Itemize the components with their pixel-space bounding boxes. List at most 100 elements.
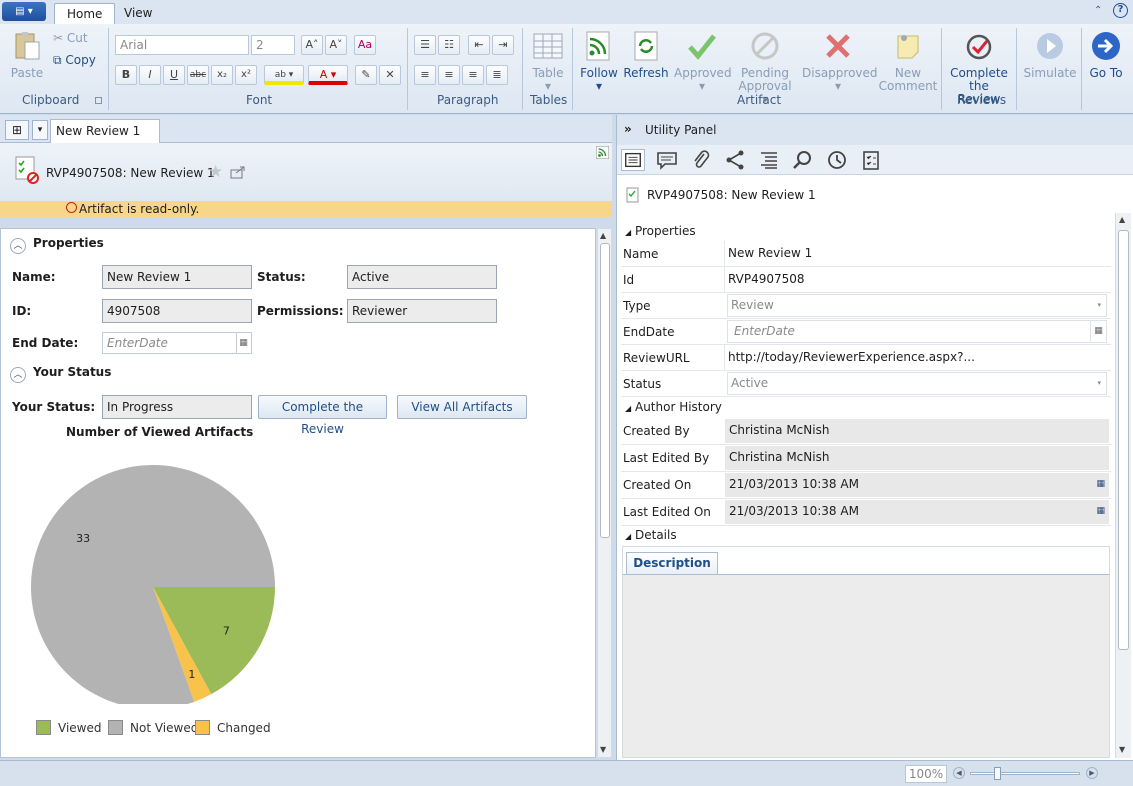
- justify-icon[interactable]: ≣: [486, 65, 508, 85]
- search-icon[interactable]: [791, 149, 815, 171]
- review-checklist-icon[interactable]: [859, 149, 883, 171]
- decrease-indent-icon[interactable]: ⇤: [468, 35, 490, 55]
- calendar-icon[interactable]: ▦: [236, 333, 250, 353]
- subscript-icon[interactable]: x₂: [211, 65, 233, 85]
- approved-button[interactable]: Approved ▾: [674, 30, 732, 93]
- clipboard-launcher-icon[interactable]: [95, 97, 102, 104]
- property-label: Status: [623, 377, 662, 391]
- right-scrollbar[interactable]: ▲ ▼: [1115, 213, 1131, 758]
- paste-label: Paste: [10, 66, 44, 80]
- end-date-field[interactable]: EnterDate ▦: [102, 332, 252, 354]
- comments-icon[interactable]: [655, 149, 679, 171]
- paste-button[interactable]: Paste: [8, 30, 46, 80]
- help-icon[interactable]: ?: [1113, 3, 1128, 18]
- hierarchy-icon[interactable]: [757, 149, 781, 171]
- clear-icon[interactable]: ✕: [379, 65, 401, 85]
- tab-view[interactable]: View: [112, 3, 164, 24]
- status-field[interactable]: Active: [347, 265, 497, 289]
- your-status-field[interactable]: In Progress: [102, 395, 252, 419]
- author-history-heading[interactable]: ◢ Author History: [625, 400, 722, 414]
- refresh-button[interactable]: Refresh: [623, 30, 669, 80]
- application-menu-button[interactable]: ▤ ▾: [2, 2, 46, 21]
- scroll-thumb[interactable]: [600, 243, 610, 538]
- attachment-icon[interactable]: [689, 149, 713, 171]
- tab-home[interactable]: Home: [54, 3, 116, 24]
- complete-review-button[interactable]: Complete the Review: [258, 395, 387, 436]
- strikethrough-icon[interactable]: abc: [187, 65, 209, 85]
- type-dropdown[interactable]: Review ▾: [727, 294, 1107, 317]
- align-left-icon[interactable]: ≡: [414, 65, 436, 85]
- scroll-down-icon[interactable]: ▼: [1119, 745, 1125, 754]
- font-family-select[interactable]: Arial: [115, 35, 249, 55]
- favorite-star-icon[interactable]: ★: [208, 162, 223, 182]
- scroll-thumb[interactable]: [1118, 230, 1129, 650]
- status-dropdown[interactable]: Active ▾: [727, 372, 1107, 395]
- calendar-icon[interactable]: ▦: [1090, 321, 1106, 342]
- view-all-artifacts-button[interactable]: View All Artifacts: [397, 395, 527, 419]
- follow-button[interactable]: Follow ▾: [580, 30, 618, 93]
- minimize-ribbon-icon[interactable]: ⌃: [1094, 5, 1102, 16]
- highlight-color-icon[interactable]: ab ▾: [264, 65, 304, 85]
- permissions-field[interactable]: Reviewer: [347, 299, 497, 323]
- copy-button[interactable]: ⧉ Copy: [53, 53, 96, 68]
- new-comment-button[interactable]: New Comment: [878, 30, 938, 93]
- document-tab[interactable]: New Review 1: [50, 119, 160, 143]
- zoom-in-icon[interactable]: ▶: [1086, 767, 1098, 779]
- property-id-value[interactable]: RVP4907508: [724, 267, 1109, 292]
- collapse-arrow-icon: ◢: [625, 532, 632, 541]
- divider: [1081, 28, 1082, 110]
- history-clock-icon[interactable]: [825, 149, 849, 171]
- properties-list-icon[interactable]: [621, 149, 645, 171]
- scroll-up-icon[interactable]: ▲: [1119, 215, 1125, 224]
- scroll-up-icon[interactable]: ▲: [600, 231, 606, 240]
- grid-view-icon[interactable]: ⊞: [5, 120, 29, 140]
- description-editor[interactable]: [623, 574, 1109, 757]
- tab-list-dropdown-icon[interactable]: ▾: [32, 120, 48, 140]
- numbered-list-icon[interactable]: ☷: [438, 35, 460, 55]
- status-bar: 100% ◀ ▶: [0, 760, 1133, 786]
- grow-font-icon[interactable]: A˄: [301, 35, 323, 55]
- align-center-icon[interactable]: ≡: [438, 65, 460, 85]
- description-tab[interactable]: Description: [626, 552, 718, 575]
- align-right-icon[interactable]: ≡: [462, 65, 484, 85]
- collapse-status-icon[interactable]: ︿: [10, 367, 26, 383]
- collapse-properties-icon[interactable]: ︿: [10, 238, 26, 254]
- cut-button[interactable]: ✂ Cut: [53, 31, 88, 45]
- details-heading[interactable]: ◢ Details: [625, 528, 677, 542]
- increase-indent-icon[interactable]: ⇥: [492, 35, 514, 55]
- calendar-icon[interactable]: ▦: [1096, 500, 1105, 523]
- share-icon[interactable]: [230, 165, 246, 179]
- bullet-list-icon[interactable]: ☰: [414, 35, 436, 55]
- scroll-down-icon[interactable]: ▼: [600, 745, 606, 754]
- reviewurl-value[interactable]: http://today/ReviewerExperience.aspx?...: [724, 345, 1109, 370]
- font-size-select[interactable]: 2: [251, 35, 295, 55]
- property-name-value[interactable]: New Review 1: [724, 241, 1109, 266]
- superscript-icon[interactable]: x²: [235, 65, 257, 85]
- simulate-button[interactable]: Simulate: [1022, 30, 1078, 80]
- zoom-slider-track[interactable]: [970, 772, 1080, 775]
- copy-label: Copy: [65, 53, 96, 67]
- bold-icon[interactable]: B: [115, 65, 137, 85]
- property-label: Created On: [623, 478, 692, 492]
- go-to-button[interactable]: Go To: [1086, 30, 1126, 80]
- shrink-font-icon[interactable]: A˅: [325, 35, 347, 55]
- utility-properties-heading[interactable]: ◢ Properties: [625, 224, 696, 238]
- relationships-icon[interactable]: [723, 149, 747, 171]
- left-scrollbar[interactable]: ▲ ▼: [597, 229, 611, 757]
- disapproved-button[interactable]: Disapproved ▾: [802, 30, 878, 93]
- legend-label: Changed: [217, 721, 271, 735]
- enddate-field[interactable]: EnterDate ▦: [727, 320, 1107, 343]
- clear-format-icon[interactable]: Aa: [354, 35, 376, 55]
- name-field[interactable]: New Review 1: [102, 265, 252, 289]
- table-button[interactable]: Table ▾: [530, 30, 566, 93]
- zoom-slider-handle[interactable]: [994, 767, 1001, 780]
- underline-icon[interactable]: U: [163, 65, 185, 85]
- font-color-icon[interactable]: A ▾: [308, 65, 348, 85]
- calendar-icon[interactable]: ▦: [1096, 473, 1105, 496]
- eraser-icon[interactable]: ✎: [355, 65, 377, 85]
- expand-panel-icon[interactable]: »: [624, 122, 632, 136]
- zoom-out-icon[interactable]: ◀: [953, 767, 965, 779]
- id-field[interactable]: 4907508: [102, 299, 252, 323]
- italic-icon[interactable]: I: [139, 65, 161, 85]
- rss-icon[interactable]: [596, 146, 609, 159]
